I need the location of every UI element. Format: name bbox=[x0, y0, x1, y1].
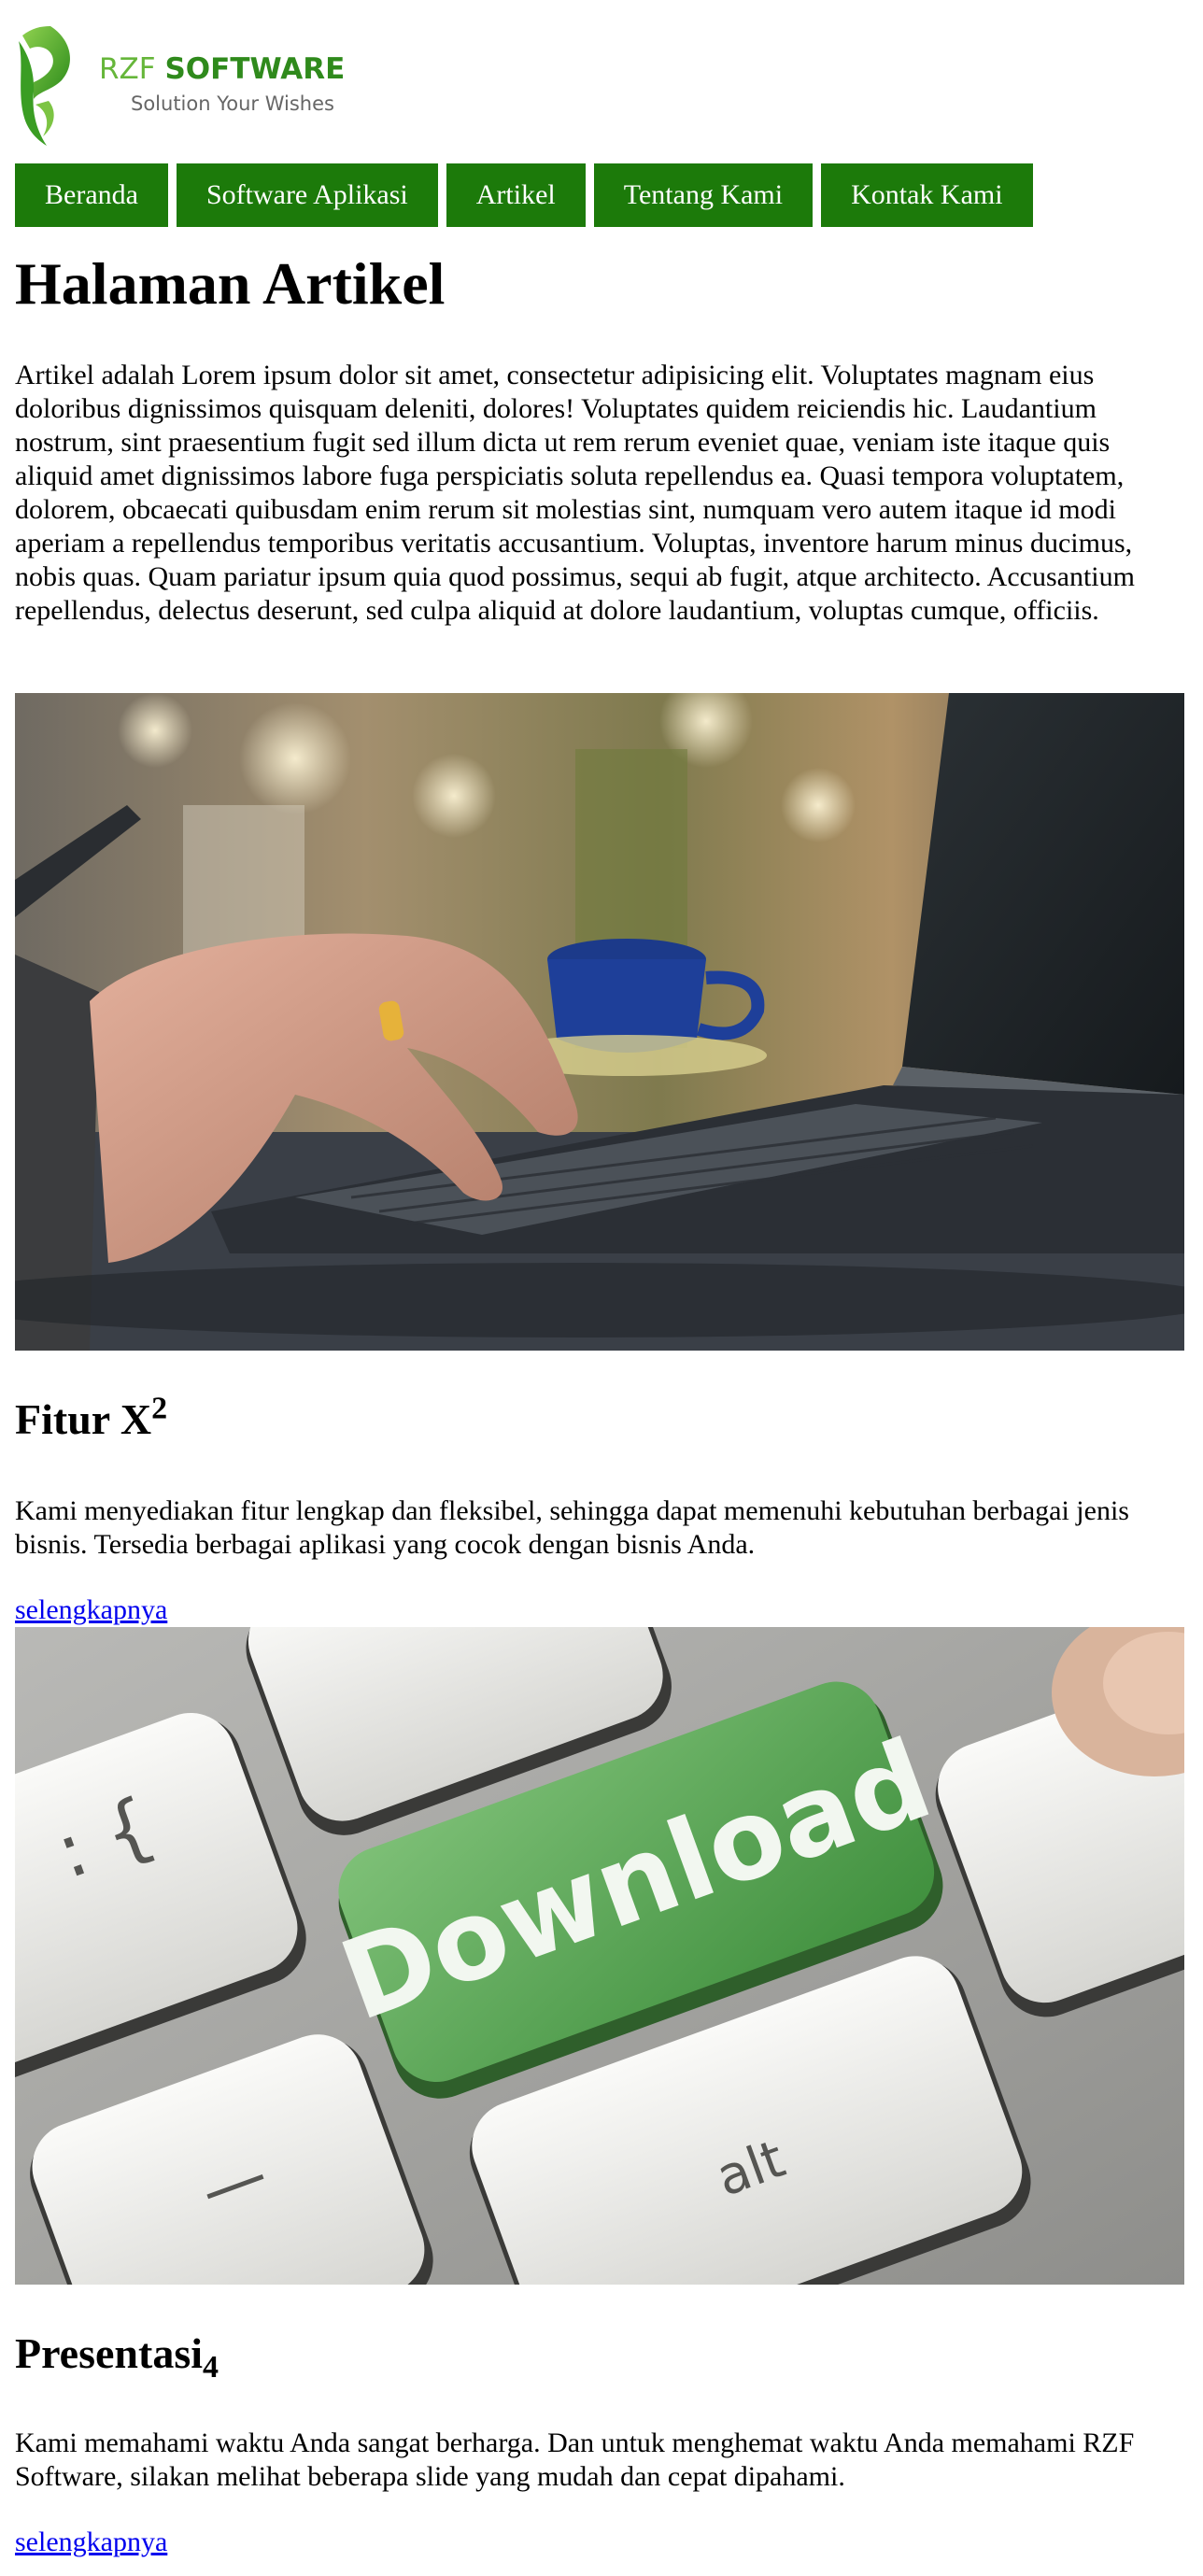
nav-item-software-aplikasi[interactable]: Software Aplikasi bbox=[176, 163, 438, 227]
nav-item-artikel[interactable]: Artikel bbox=[446, 163, 586, 227]
nav-item-beranda[interactable]: Beranda bbox=[15, 163, 168, 227]
download-key-image: Download alt : { — bbox=[15, 1627, 1184, 2285]
section-text-presentasi: Kami memahami waktu Anda sangat berharga… bbox=[15, 2427, 1135, 2492]
section-title-presentasi: Presentasi4 bbox=[15, 2326, 219, 2385]
logo-leaf-icon bbox=[19, 26, 71, 146]
more-link-presentasi[interactable]: selengkapnya bbox=[15, 2526, 167, 2559]
site-logo[interactable]: RZF SOFTWARE Solution Your Wishes bbox=[15, 26, 370, 148]
brand-name-part1: RZF bbox=[99, 52, 165, 86]
laptop-typing-image bbox=[15, 693, 1184, 1351]
nav-item-kontak-kami[interactable]: Kontak Kami bbox=[821, 163, 1033, 227]
nav-item-tentang-kami[interactable]: Tentang Kami bbox=[593, 163, 814, 227]
main-nav: Beranda Software Aplikasi Artikel Tentan… bbox=[15, 163, 1033, 227]
page-title: Halaman Artikel bbox=[15, 250, 446, 317]
more-link-fitur[interactable]: selengkapnya bbox=[15, 1593, 167, 1627]
brand-name-part2: SOFTWARE bbox=[164, 52, 346, 86]
section-title-fitur: Fitur X2 bbox=[15, 1392, 167, 1448]
section-title-text: Presentasi bbox=[15, 2329, 204, 2377]
intro-paragraph: Artikel adalah Lorem ipsum dolor sit ame… bbox=[15, 360, 1135, 626]
section-title-sub: 4 bbox=[203, 2350, 219, 2385]
section-title-sup: 2 bbox=[151, 1391, 168, 1426]
brand-name: RZF SOFTWARE bbox=[99, 50, 345, 88]
section-text-fitur: Kami menyediakan fitur lengkap dan fleks… bbox=[15, 1495, 1129, 1560]
section-title-text: Fitur X bbox=[15, 1395, 152, 1443]
brand-tagline: Solution Your Wishes bbox=[131, 92, 334, 115]
